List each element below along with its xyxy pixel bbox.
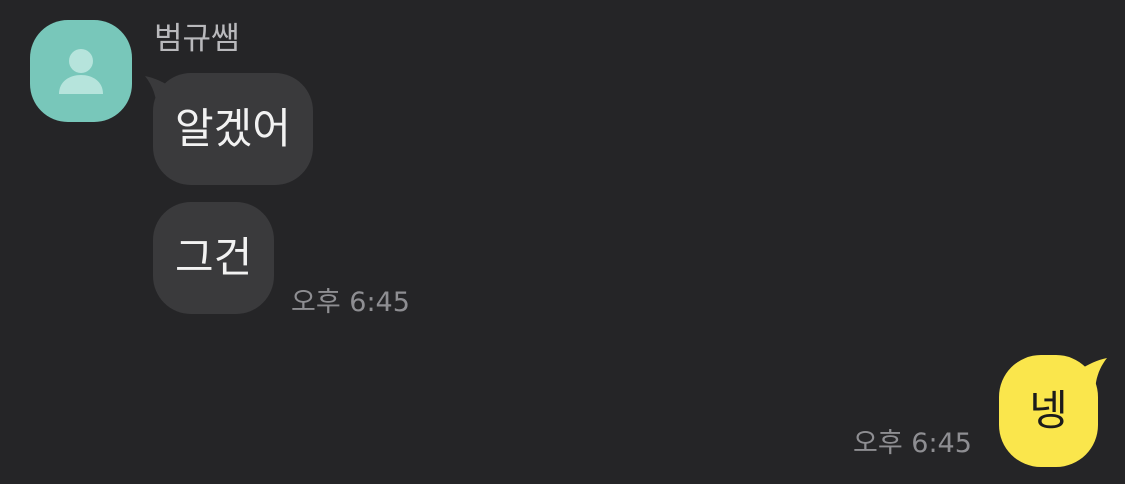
outgoing-message-bubble[interactable]: 넹 [999, 355, 1098, 467]
incoming-timestamp: 오후 6:45 [291, 287, 410, 318]
outgoing-timestamp: 오후 6:45 [853, 428, 972, 459]
chat-area: 범규쌤 알겠어 그건 오후 6:45 오후 6:45 넹 [0, 0, 1125, 484]
message-text: 알겠어 [175, 104, 291, 153]
message-text: 넹 [1029, 386, 1068, 435]
sender-name: 범규쌤 [154, 21, 240, 57]
sender-avatar[interactable] [30, 20, 132, 122]
incoming-message-bubble[interactable]: 그건 [153, 202, 275, 314]
message-text: 그건 [175, 233, 253, 282]
person-icon [59, 49, 103, 94]
incoming-message-bubble[interactable]: 알겠어 [153, 73, 313, 185]
